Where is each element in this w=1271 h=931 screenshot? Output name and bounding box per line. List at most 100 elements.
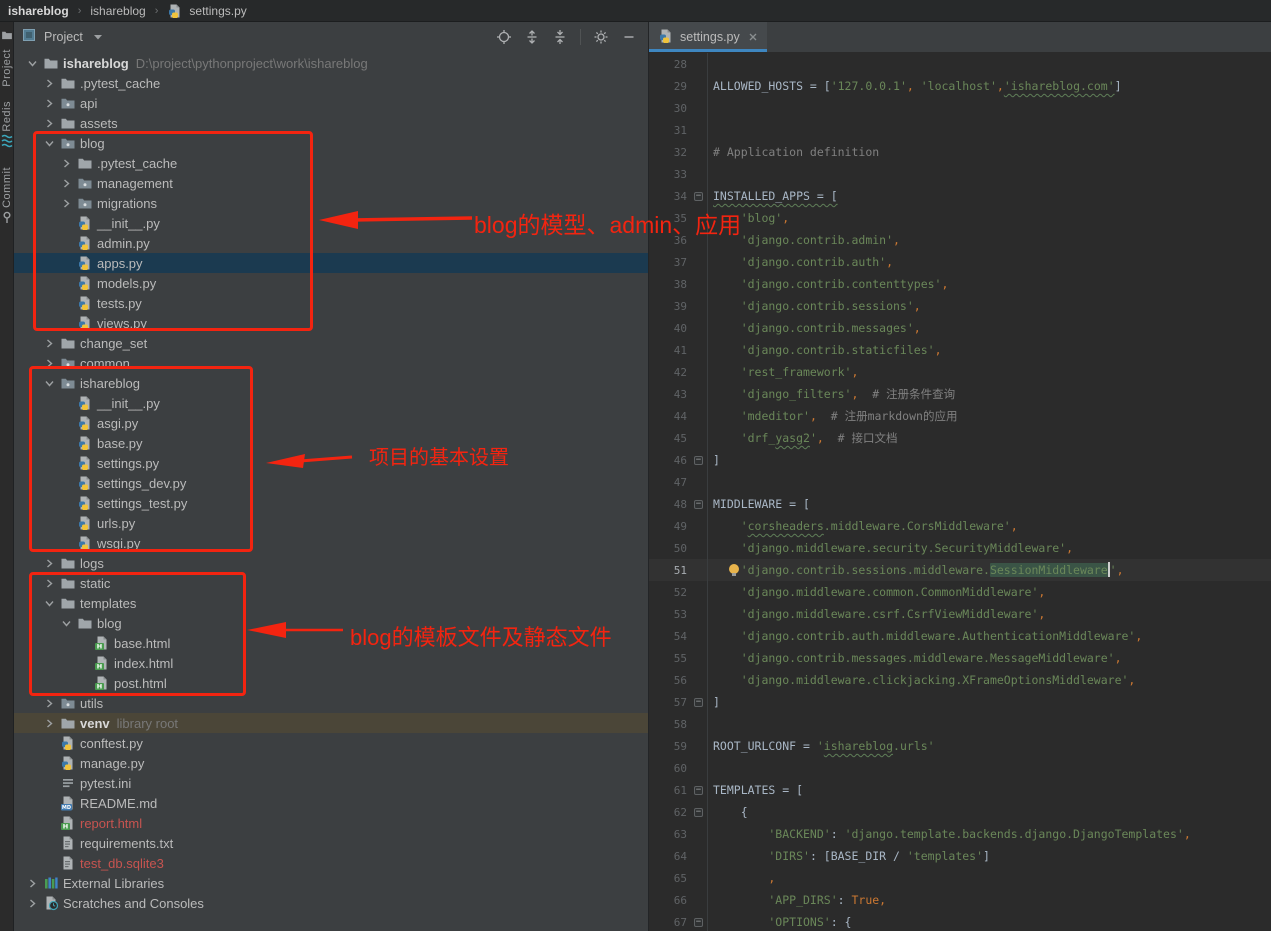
chevron-expanded-icon[interactable] bbox=[43, 137, 55, 149]
code-line-52[interactable]: 52 'django.middleware.common.CommonMiddl… bbox=[649, 581, 1271, 603]
tree-item-blog[interactable]: blog bbox=[14, 133, 648, 153]
tree-item-views-py[interactable]: views.py bbox=[14, 313, 648, 333]
code-line-43[interactable]: 43 'django_filters', # 注册条件查询 bbox=[649, 383, 1271, 405]
line-number[interactable]: 39 bbox=[649, 300, 687, 313]
line-number[interactable]: 30 bbox=[649, 102, 687, 115]
code-line-53[interactable]: 53 'django.middleware.csrf.CsrfViewMiddl… bbox=[649, 603, 1271, 625]
tree-item-ishareblog[interactable]: ishareblog bbox=[14, 373, 648, 393]
tree-item-static[interactable]: static bbox=[14, 573, 648, 593]
code-line-57[interactable]: 57−] bbox=[649, 691, 1271, 713]
tree-item--pytest_cache[interactable]: .pytest_cache bbox=[14, 153, 648, 173]
line-number[interactable]: 49 bbox=[649, 520, 687, 533]
line-number[interactable]: 48 bbox=[649, 498, 687, 511]
tree-item--pytest_cache[interactable]: .pytest_cache bbox=[14, 73, 648, 93]
tool-window-button-project[interactable]: Project bbox=[1, 28, 13, 87]
chevron-collapsed-icon[interactable] bbox=[26, 877, 38, 889]
line-number[interactable]: 62 bbox=[649, 806, 687, 819]
code-line-51[interactable]: 51 'django.contrib.sessions.middleware.S… bbox=[649, 559, 1271, 581]
code-line-44[interactable]: 44 'mdeditor', # 注册markdown的应用 bbox=[649, 405, 1271, 427]
code-line-56[interactable]: 56 'django.middleware.clickjacking.XFram… bbox=[649, 669, 1271, 691]
chevron-collapsed-icon[interactable] bbox=[43, 577, 55, 589]
chevron-collapsed-icon[interactable] bbox=[43, 97, 55, 109]
tree-item-__init__-py[interactable]: __init__.py bbox=[14, 393, 648, 413]
settings-gear-icon[interactable] bbox=[590, 26, 612, 48]
code-line-63[interactable]: 63 'BACKEND': 'django.template.backends.… bbox=[649, 823, 1271, 845]
chevron-collapsed-icon[interactable] bbox=[43, 77, 55, 89]
tree-item-tests-py[interactable]: tests.py bbox=[14, 293, 648, 313]
code-line-41[interactable]: 41 'django.contrib.staticfiles', bbox=[649, 339, 1271, 361]
chevron-collapsed-icon[interactable] bbox=[60, 177, 72, 189]
line-number[interactable]: 33 bbox=[649, 168, 687, 181]
fold-start-icon[interactable]: − bbox=[694, 786, 703, 795]
line-number[interactable]: 35 bbox=[649, 212, 687, 225]
tree-item-asgi-py[interactable]: asgi.py bbox=[14, 413, 648, 433]
tree-item-test_db-sqlite3[interactable]: test_db.sqlite3 bbox=[14, 853, 648, 873]
chevron-collapsed-icon[interactable] bbox=[43, 717, 55, 729]
code-line-50[interactable]: 50 'django.middleware.security.SecurityM… bbox=[649, 537, 1271, 559]
line-number[interactable]: 45 bbox=[649, 432, 687, 445]
code-line-66[interactable]: 66 'APP_DIRS': True, bbox=[649, 889, 1271, 911]
tree-item-templates[interactable]: templates bbox=[14, 593, 648, 613]
close-tab-icon[interactable] bbox=[748, 32, 758, 42]
line-number[interactable]: 51 bbox=[649, 564, 687, 577]
fold-end-icon[interactable]: − bbox=[694, 698, 703, 707]
chevron-collapsed-icon[interactable] bbox=[60, 197, 72, 209]
code-line-40[interactable]: 40 'django.contrib.messages', bbox=[649, 317, 1271, 339]
code-line-58[interactable]: 58 bbox=[649, 713, 1271, 735]
line-number[interactable]: 29 bbox=[649, 80, 687, 93]
code-line-36[interactable]: 36 'django.contrib.admin', bbox=[649, 229, 1271, 251]
tree-item-migrations[interactable]: migrations bbox=[14, 193, 648, 213]
tree-item-External-Libraries[interactable]: External Libraries bbox=[14, 873, 648, 893]
tree-item-urls-py[interactable]: urls.py bbox=[14, 513, 648, 533]
code-line-48[interactable]: 48−MIDDLEWARE = [ bbox=[649, 493, 1271, 515]
line-number[interactable]: 59 bbox=[649, 740, 687, 753]
code-line-31[interactable]: 31 bbox=[649, 119, 1271, 141]
code-line-45[interactable]: 45 'drf_yasg2', # 接口文档 bbox=[649, 427, 1271, 449]
line-number[interactable]: 28 bbox=[649, 58, 687, 71]
tree-item-admin-py[interactable]: admin.py bbox=[14, 233, 648, 253]
code-line-38[interactable]: 38 'django.contrib.contenttypes', bbox=[649, 273, 1271, 295]
chevron-collapsed-icon[interactable] bbox=[60, 157, 72, 169]
line-number[interactable]: 43 bbox=[649, 388, 687, 401]
tree-item-index-html[interactable]: Hindex.html bbox=[14, 653, 648, 673]
tree-item-requirements-txt[interactable]: requirements.txt bbox=[14, 833, 648, 853]
code-line-35[interactable]: 35 'blog', bbox=[649, 207, 1271, 229]
breadcrumb-item-ishareblog[interactable]: ishareblog bbox=[8, 4, 69, 18]
tree-item-post-html[interactable]: Hpost.html bbox=[14, 673, 648, 693]
code-line-32[interactable]: 32# Application definition bbox=[649, 141, 1271, 163]
code-line-46[interactable]: 46−] bbox=[649, 449, 1271, 471]
breadcrumb-item-ishareblog[interactable]: ishareblog bbox=[90, 4, 145, 18]
code-line-61[interactable]: 61−TEMPLATES = [ bbox=[649, 779, 1271, 801]
tree-item-base-html[interactable]: Hbase.html bbox=[14, 633, 648, 653]
code-line-55[interactable]: 55 'django.contrib.messages.middleware.M… bbox=[649, 647, 1271, 669]
tree-item-management[interactable]: management bbox=[14, 173, 648, 193]
line-number[interactable]: 55 bbox=[649, 652, 687, 665]
chevron-collapsed-icon[interactable] bbox=[43, 337, 55, 349]
line-number[interactable]: 64 bbox=[649, 850, 687, 863]
locate-file-icon[interactable] bbox=[493, 26, 515, 48]
code-line-42[interactable]: 42 'rest_framework', bbox=[649, 361, 1271, 383]
code-line-64[interactable]: 64 'DIRS': [BASE_DIR / 'templates'] bbox=[649, 845, 1271, 867]
tree-item-api[interactable]: api bbox=[14, 93, 648, 113]
line-number[interactable]: 40 bbox=[649, 322, 687, 335]
chevron-collapsed-icon[interactable] bbox=[43, 557, 55, 569]
code-line-29[interactable]: 29ALLOWED_HOSTS = ['127.0.0.1', 'localho… bbox=[649, 75, 1271, 97]
fold-start-icon[interactable]: − bbox=[694, 918, 703, 927]
line-number[interactable]: 57 bbox=[649, 696, 687, 709]
fold-start-icon[interactable]: − bbox=[694, 808, 703, 817]
code-line-28[interactable]: 28 bbox=[649, 53, 1271, 75]
line-number[interactable]: 61 bbox=[649, 784, 687, 797]
tree-item-models-py[interactable]: models.py bbox=[14, 273, 648, 293]
tree-item-pytest-ini[interactable]: pytest.ini bbox=[14, 773, 648, 793]
tree-item-apps-py[interactable]: apps.py bbox=[14, 253, 648, 273]
tree-item-assets[interactable]: assets bbox=[14, 113, 648, 133]
fold-end-icon[interactable]: − bbox=[694, 456, 703, 465]
tree-item-Scratches-and-Consoles[interactable]: Scratches and Consoles bbox=[14, 893, 648, 913]
line-number[interactable]: 60 bbox=[649, 762, 687, 775]
line-number[interactable]: 66 bbox=[649, 894, 687, 907]
line-number[interactable]: 38 bbox=[649, 278, 687, 291]
code-line-37[interactable]: 37 'django.contrib.auth', bbox=[649, 251, 1271, 273]
tree-item-utils[interactable]: utils bbox=[14, 693, 648, 713]
tree-item-base-py[interactable]: base.py bbox=[14, 433, 648, 453]
line-number[interactable]: 46 bbox=[649, 454, 687, 467]
